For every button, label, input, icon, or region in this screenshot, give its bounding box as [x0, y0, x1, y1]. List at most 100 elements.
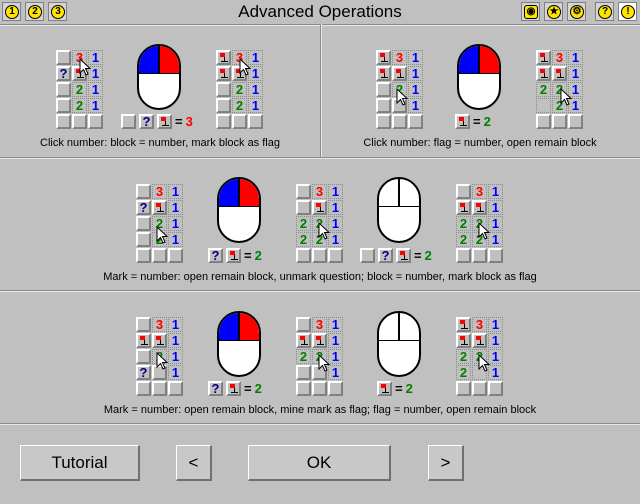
closed-tile	[136, 248, 151, 263]
flag-tile	[456, 317, 471, 332]
equation: ? = 2	[208, 381, 262, 396]
closed-tile	[248, 114, 263, 129]
closed-tile	[168, 381, 183, 396]
pointer-cursor-icon	[478, 354, 490, 372]
caption-flag-equals-number: Click number: flag = number, open remain…	[363, 137, 597, 149]
help-button[interactable]: ?	[595, 2, 614, 21]
flag-icon	[300, 336, 309, 345]
flag-icon	[396, 69, 405, 78]
closed-tile	[312, 248, 327, 263]
closed-tile	[232, 114, 247, 129]
closed-tile	[536, 114, 551, 129]
flag-tile	[472, 333, 487, 348]
question-tile: ?	[136, 200, 151, 215]
number-tile: 1	[168, 333, 183, 348]
open-tile	[536, 98, 551, 113]
flag-icon	[220, 69, 229, 78]
flag-tile	[296, 333, 311, 348]
tutorial-button[interactable]: Tutorial	[20, 445, 140, 481]
pointer-cursor-icon	[396, 88, 408, 106]
number-tile: 1	[168, 365, 183, 380]
closed-tile	[216, 98, 231, 113]
equals-sign: =	[244, 248, 252, 263]
number-tile: 1	[488, 184, 503, 199]
closed-tile	[392, 114, 407, 129]
number-tile: 1	[168, 317, 183, 332]
star-icon: ★	[547, 5, 561, 19]
number-tile: 3	[152, 317, 167, 332]
number-tile: 3	[392, 50, 407, 65]
equals-sign: =	[395, 381, 403, 396]
flag-tile	[136, 333, 151, 348]
flag-tile	[455, 114, 470, 129]
flag-icon	[156, 336, 165, 345]
pointer-cursor-icon	[318, 354, 330, 372]
closed-tile	[72, 114, 87, 129]
number-tile: 1	[168, 232, 183, 247]
flag-icon	[381, 384, 390, 393]
caption-mine-mark-rule: Mark = number: open remain block, mine m…	[103, 404, 537, 416]
pointer-cursor-icon	[79, 58, 91, 76]
flag-icon	[540, 53, 549, 62]
camera-button[interactable]: ◉	[521, 2, 540, 21]
closed-tile	[56, 50, 71, 65]
closed-tile	[456, 184, 471, 199]
number-tile: 1	[328, 232, 343, 247]
number-tile: 1	[568, 50, 583, 65]
number-tile: 1	[328, 216, 343, 231]
flag-tile	[157, 114, 172, 129]
number-tile: 2	[72, 98, 87, 113]
equals-sign: =	[473, 114, 481, 129]
number-tile: 2	[72, 82, 87, 97]
flag-tile	[226, 248, 241, 263]
mouse-icon	[457, 44, 501, 110]
closed-tile	[488, 381, 503, 396]
previous-button[interactable]: <	[176, 445, 212, 481]
number-tile: 1	[408, 98, 423, 113]
closed-tile	[376, 114, 391, 129]
minefield-sample: 3 1? 1 2 1 2 1	[136, 184, 183, 263]
number-tile: 1	[408, 82, 423, 97]
number-tile: 2	[456, 365, 471, 380]
star-button[interactable]: ★	[544, 2, 563, 21]
closed-tile	[136, 381, 151, 396]
caption-question-rule: Mark = number: open remain block, unmark…	[103, 271, 537, 283]
number-tile: 1	[88, 98, 103, 113]
number-tile: 3	[472, 317, 487, 332]
number-tile: 3	[312, 317, 327, 332]
pointer-cursor-icon	[478, 222, 490, 240]
pointer-cursor-icon	[156, 226, 168, 244]
equation: ? = 3	[121, 114, 193, 129]
closed-tile	[552, 114, 567, 129]
flag-tile	[536, 50, 551, 65]
equation-number: 2	[254, 381, 262, 396]
closed-tile	[472, 248, 487, 263]
flag-icon	[316, 336, 325, 345]
closed-tile	[136, 216, 151, 231]
equation: ? = 2	[360, 248, 432, 263]
flag-tile	[312, 333, 327, 348]
flag-icon	[161, 117, 170, 126]
equation-number: 2	[483, 114, 491, 129]
flag-icon	[400, 251, 409, 260]
next-button[interactable]: >	[428, 445, 464, 481]
question-tile: ?	[208, 248, 223, 263]
number-tile: 1	[488, 200, 503, 215]
number-tile: 1	[488, 216, 503, 231]
settings-button[interactable]: ⚙	[567, 2, 586, 21]
alert-button[interactable]: !	[618, 2, 637, 21]
number-tile: 1	[488, 333, 503, 348]
number-tile: 1	[328, 317, 343, 332]
number-tile: 1	[488, 365, 503, 380]
ok-button[interactable]: OK	[248, 445, 391, 481]
closed-tile	[296, 365, 311, 380]
number-tile: 2	[296, 216, 311, 231]
number-tile: 2	[296, 232, 311, 247]
closed-tile	[56, 98, 71, 113]
question-tile: ?	[208, 381, 223, 396]
number-tile: 1	[88, 82, 103, 97]
equals-sign: =	[244, 381, 252, 396]
number-tile: 2	[296, 349, 311, 364]
question-tile: ?	[378, 248, 393, 263]
closed-tile	[136, 317, 151, 332]
